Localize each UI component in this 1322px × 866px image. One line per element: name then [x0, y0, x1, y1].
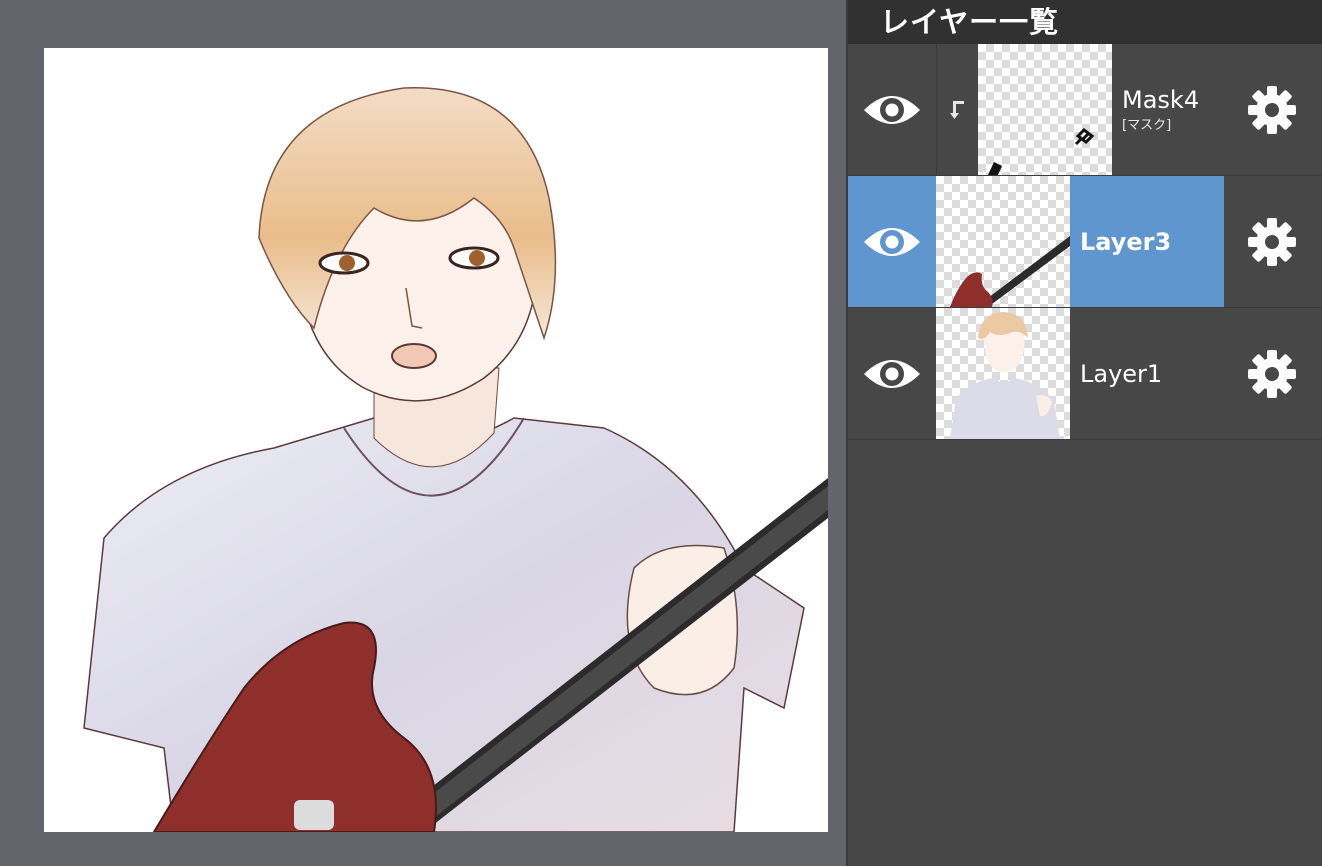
- layer-thumbnail[interactable]: [936, 176, 1070, 307]
- layer-visibility-toggle[interactable]: [848, 308, 936, 439]
- gear-icon: [1248, 349, 1296, 398]
- layer-visibility-toggle[interactable]: [848, 44, 936, 175]
- panel-title: レイヤー一覧: [880, 5, 1060, 39]
- eye-icon: [864, 227, 920, 256]
- layer-row-layer1[interactable]: Layer1: [848, 308, 1322, 440]
- layer-row-mask4[interactable]: Mask4 [マスク]: [848, 44, 1322, 176]
- drawing-canvas[interactable]: [44, 48, 828, 832]
- layer-settings-button[interactable]: [1222, 176, 1322, 307]
- layer-settings-button[interactable]: [1222, 44, 1322, 175]
- layer-thumbnail[interactable]: [936, 308, 1070, 439]
- panel-header: レイヤー一覧: [848, 0, 1322, 44]
- layer-name-block[interactable]: Layer1: [1080, 308, 1222, 439]
- layer-name: Mask4: [1122, 85, 1200, 114]
- layer-settings-button[interactable]: [1222, 308, 1322, 439]
- layer-name-block[interactable]: Layer3: [1070, 176, 1224, 307]
- layer-row-layer3[interactable]: Layer3: [848, 176, 1322, 308]
- layer-visibility-toggle[interactable]: [848, 176, 936, 307]
- artwork-illustration: [83, 87, 828, 832]
- layer-name: Layer3: [1080, 227, 1172, 256]
- eye-icon: [864, 95, 920, 124]
- eye-icon: [864, 359, 920, 388]
- gear-icon: [1248, 217, 1296, 266]
- layer-type-label: [マスク]: [1122, 117, 1172, 133]
- canvas-workspace[interactable]: [0, 0, 846, 866]
- mask-thumbnail-art: [988, 128, 1095, 175]
- layer-thumbnail[interactable]: [978, 44, 1112, 175]
- clip-indicator: [936, 44, 979, 175]
- clip-arrow-icon: [950, 100, 964, 119]
- layer-panel: レイヤー一覧 Mask4 [マスク] Layer3 Layer1: [848, 0, 1322, 866]
- guitar-thumbnail-art: [950, 236, 1070, 307]
- character-thumbnail-art: [950, 312, 1060, 439]
- layer-name: Layer1: [1080, 359, 1163, 388]
- gear-icon: [1248, 85, 1296, 134]
- layer-name-block[interactable]: Mask4 [マスク]: [1122, 44, 1222, 175]
